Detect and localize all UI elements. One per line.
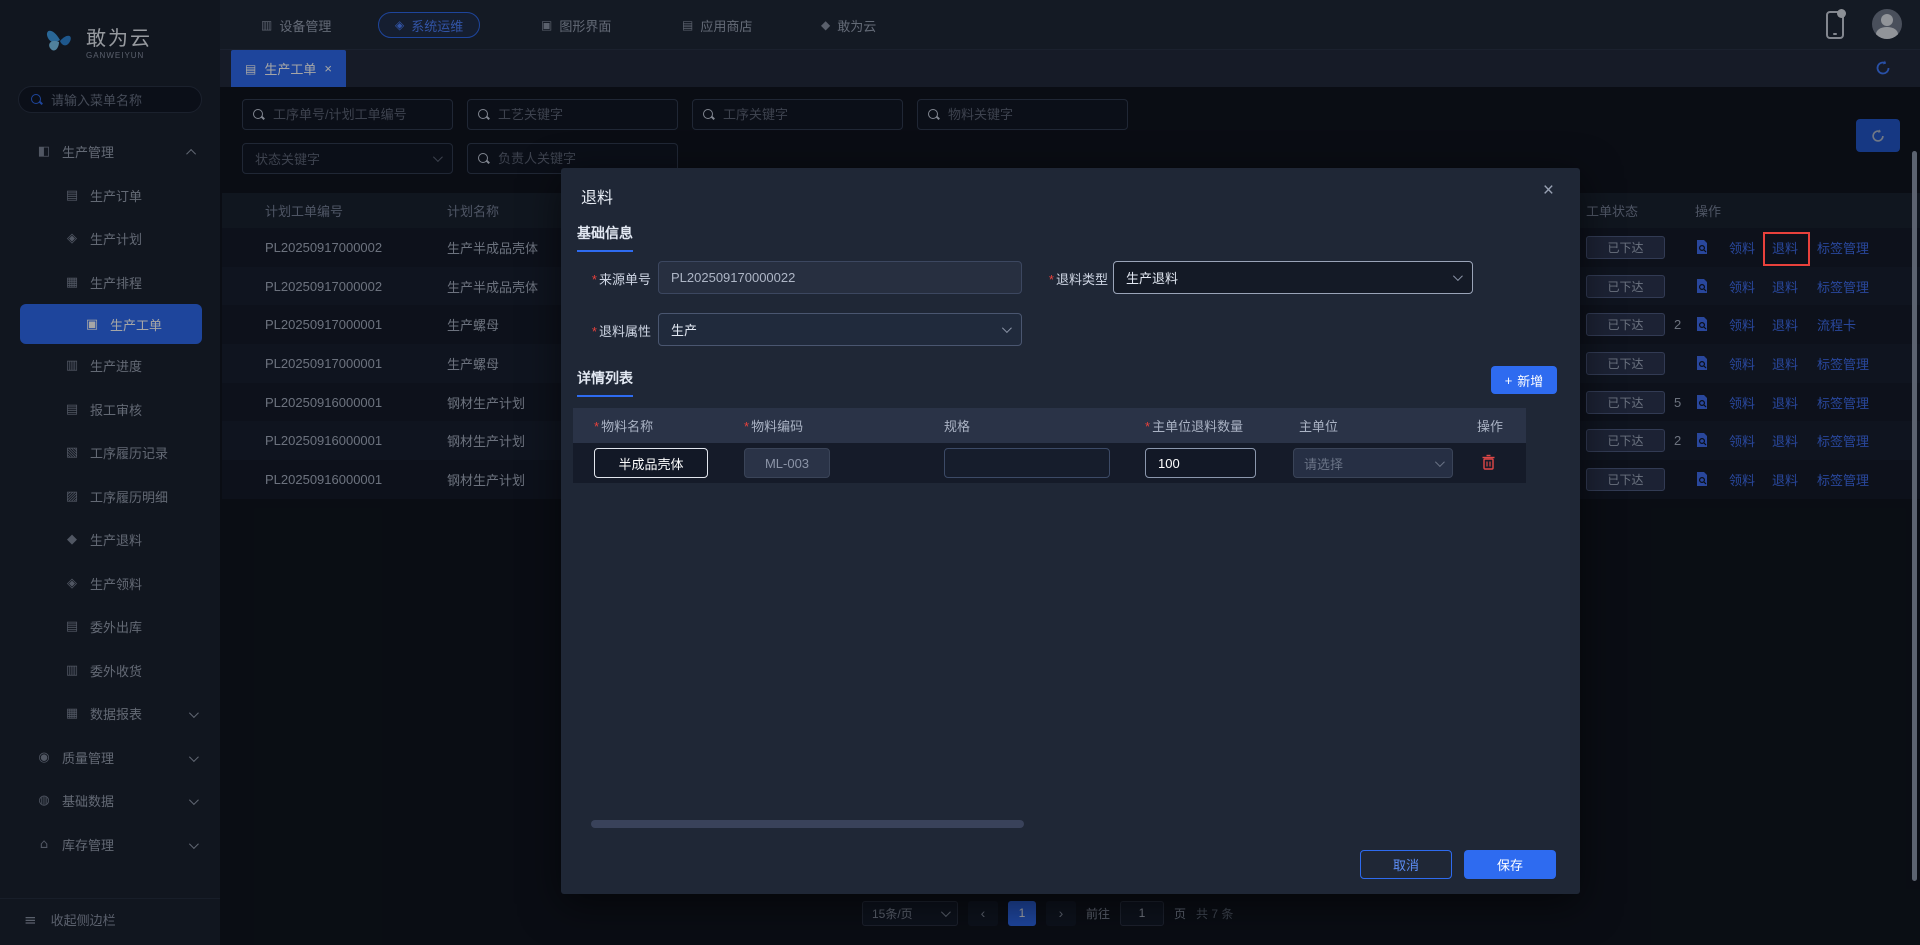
section-basic-info: 基础信息 xyxy=(577,223,633,252)
return-type-value: 生产退料 xyxy=(1126,268,1178,287)
chevron-down-icon xyxy=(1435,457,1445,467)
add-row-button[interactable]: + 新增 xyxy=(1491,366,1557,394)
horizontal-scrollbar[interactable] xyxy=(591,820,1024,828)
detail-header-row: *物料名称 *物料编码 规格 *主单位退料数量 主单位 操作 xyxy=(573,408,1526,443)
source-order-value: PL202509170000022 xyxy=(671,270,795,285)
unit-qty-input[interactable]: 100 xyxy=(1145,448,1256,478)
return-attr-label: *退料属性 xyxy=(561,321,651,340)
return-attr-select[interactable]: 生产 xyxy=(658,313,1022,346)
col-unit-qty: *主单位退料数量 xyxy=(1130,416,1280,435)
col-spec: 规格 xyxy=(900,416,1130,435)
annotation-highlight-box xyxy=(1763,232,1810,266)
trash-icon xyxy=(1481,454,1496,470)
return-type-label: *退料类型 xyxy=(1016,269,1108,288)
unit-select[interactable]: 请选择 xyxy=(1293,448,1453,478)
close-icon[interactable]: × xyxy=(1543,180,1554,202)
add-label: 新增 xyxy=(1517,371,1543,390)
source-order-input[interactable]: PL202509170000022 xyxy=(658,261,1022,294)
col-ops: 操作 xyxy=(1460,416,1526,435)
delete-row-button[interactable] xyxy=(1481,458,1496,473)
cancel-button[interactable]: 取消 xyxy=(1360,850,1452,879)
col-material-name: *物料名称 xyxy=(573,416,730,435)
required-marker: * xyxy=(592,272,597,287)
save-button[interactable]: 保存 xyxy=(1464,850,1556,879)
col-material-code: *物料编码 xyxy=(730,416,900,435)
section-detail-list: 详情列表 xyxy=(577,368,633,397)
detail-table: *物料名称 *物料编码 规格 *主单位退料数量 主单位 操作 半成品壳体 ML-… xyxy=(573,408,1526,483)
chevron-down-icon xyxy=(1002,323,1012,333)
plus-icon: + xyxy=(1505,373,1513,388)
material-code-input: ML-003 xyxy=(744,448,830,478)
source-order-label: *来源单号 xyxy=(561,269,651,288)
dialog-title: 退料 xyxy=(581,184,613,208)
required-marker: * xyxy=(592,324,597,339)
required-marker: * xyxy=(1049,272,1054,287)
chevron-down-icon xyxy=(1453,271,1463,281)
detail-row: 半成品壳体 ML-003 100 请选择 xyxy=(573,443,1526,483)
return-type-select[interactable]: 生产退料 xyxy=(1113,261,1473,294)
return-attr-value: 生产 xyxy=(671,320,697,339)
col-unit: 主单位 xyxy=(1280,416,1460,435)
return-material-dialog: 退料 × 基础信息 *来源单号 PL202509170000022 *退料类型 … xyxy=(561,168,1580,894)
material-name-input[interactable]: 半成品壳体 xyxy=(594,448,708,478)
spec-input[interactable] xyxy=(944,448,1110,478)
